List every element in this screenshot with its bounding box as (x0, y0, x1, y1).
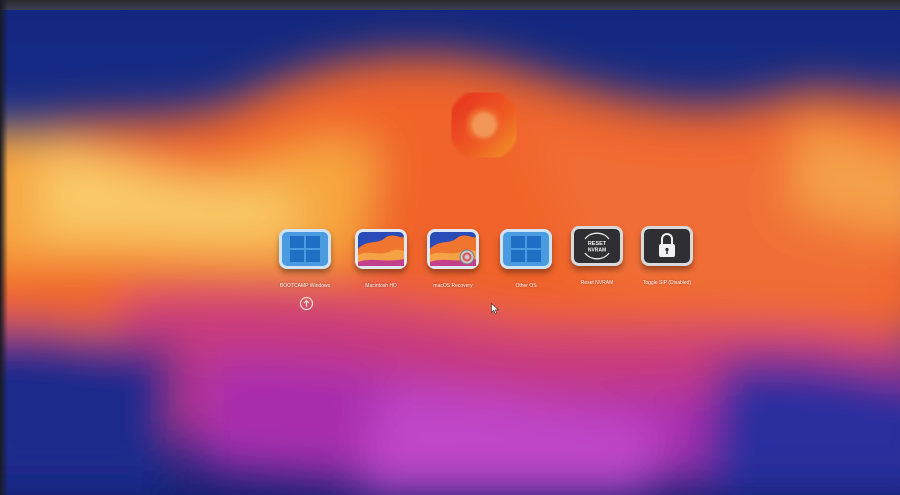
boot-entry-label: Toggle SIP (Disabled) (642, 280, 692, 286)
svg-text:NVRAM: NVRAM (588, 248, 606, 254)
macos-wallpaper-icon (355, 229, 407, 269)
reset-nvram-icon: RESET NVRAM (571, 226, 623, 266)
mouse-cursor-icon (491, 303, 499, 315)
windows-logo-icon (500, 229, 552, 269)
boot-entry-list: BOOTCAMP Windows Macintosh HD macOS Reco… (0, 0, 900, 495)
svg-text:RESET: RESET (588, 241, 607, 247)
macos-recovery-icon (427, 229, 479, 269)
windows-logo-icon (279, 229, 331, 269)
lock-icon (641, 226, 693, 266)
power-arrow-icon[interactable] (299, 296, 314, 311)
